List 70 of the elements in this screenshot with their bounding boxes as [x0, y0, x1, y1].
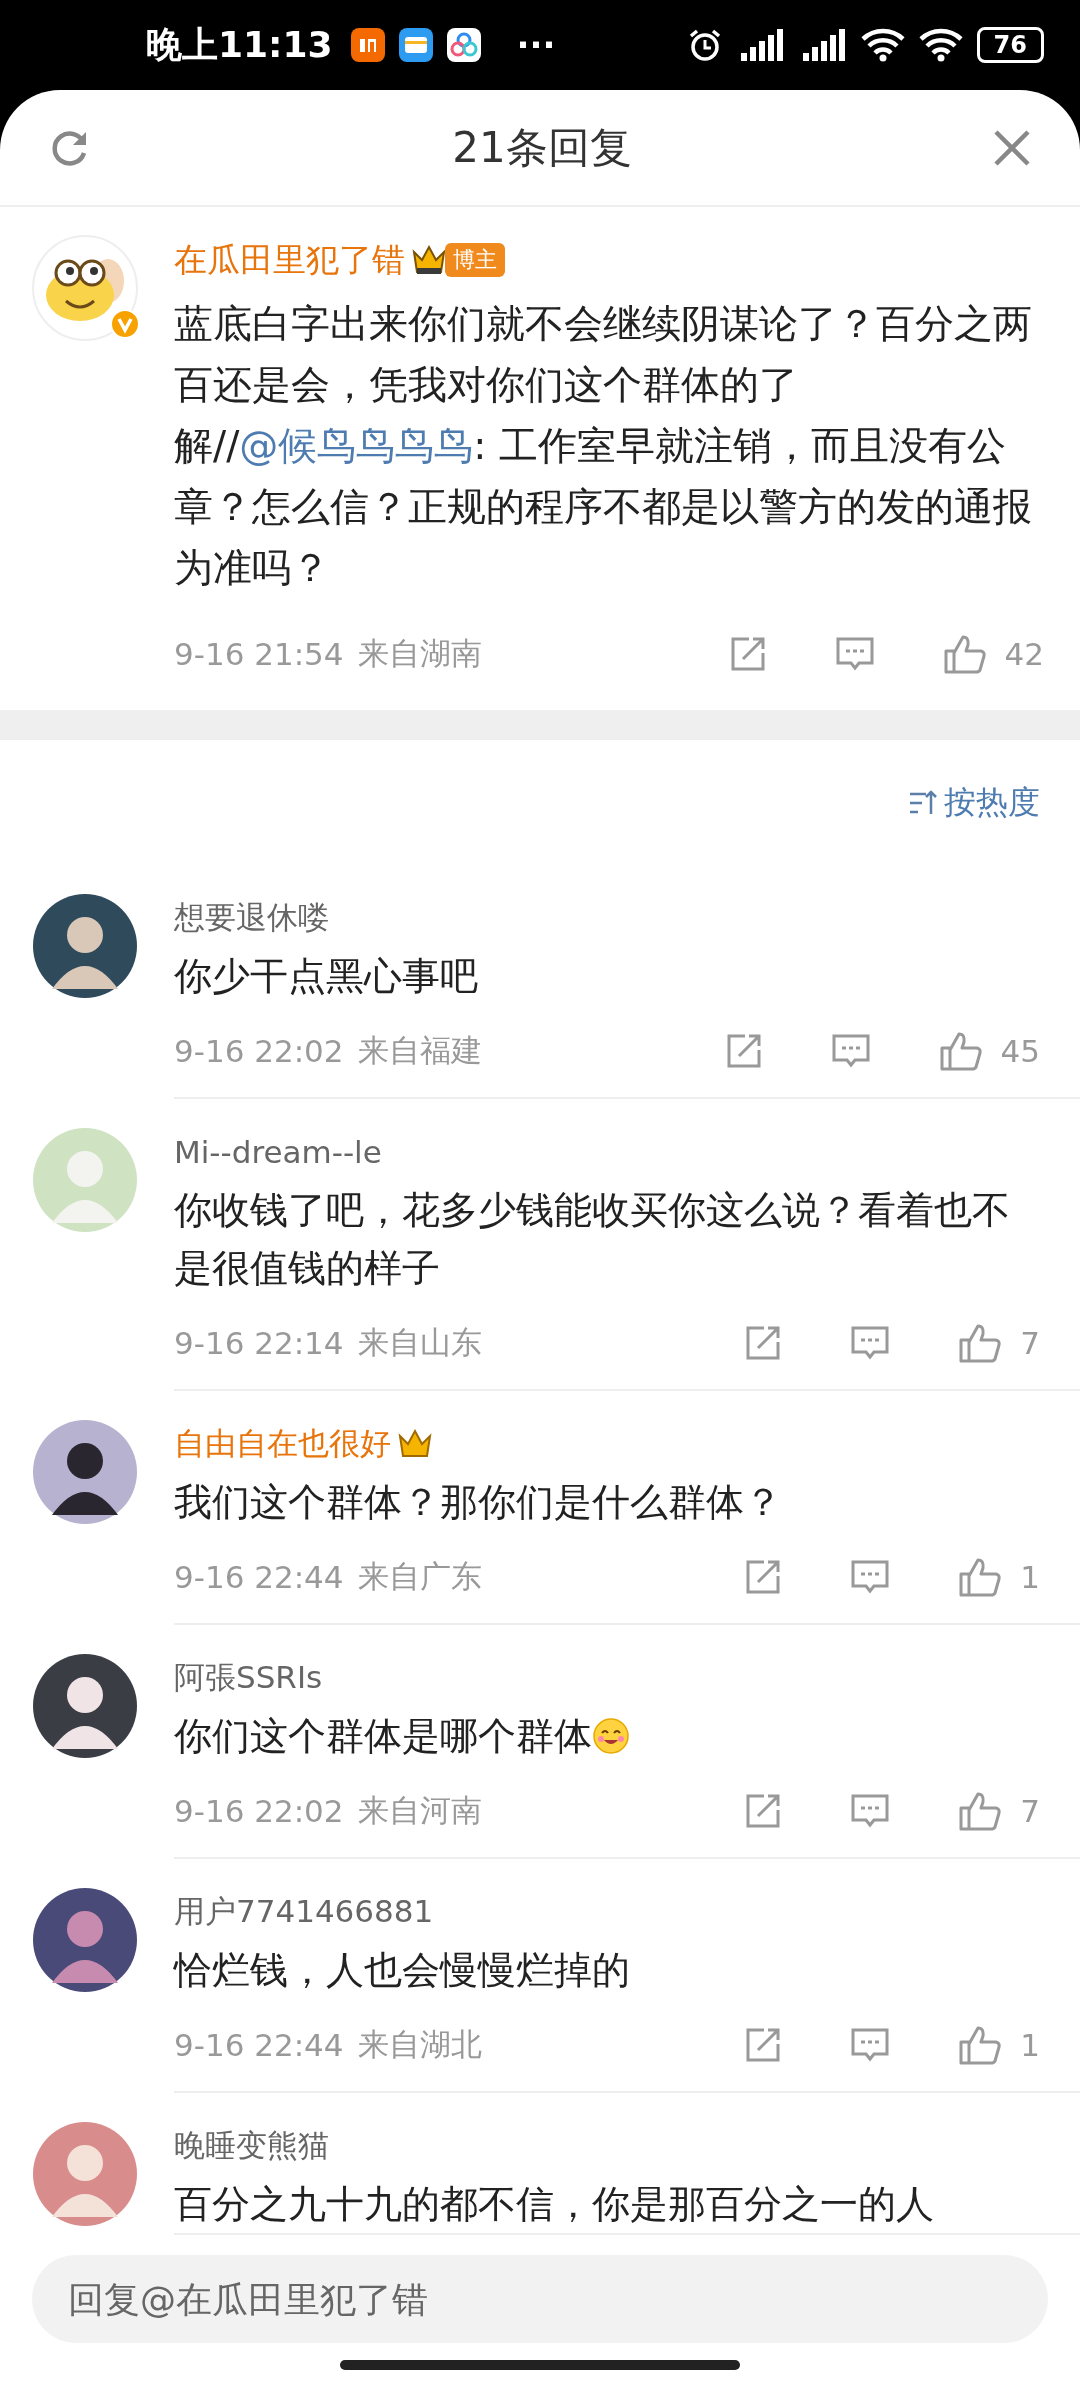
comment-icon[interactable]: [850, 2026, 891, 2064]
comment-text: 我们这个群体？那你们是什么群体？: [174, 1479, 783, 1526]
like-count: 45: [1000, 1033, 1040, 1069]
crown-icon: [411, 244, 447, 276]
author-name[interactable]: 自由自在也很好: [174, 1423, 391, 1465]
avatar[interactable]: [32, 1419, 138, 1525]
blogger-badge: 博主: [445, 243, 505, 277]
like-icon[interactable]: [958, 1556, 1003, 1598]
author-name[interactable]: 阿張SSRIs: [174, 1657, 323, 1699]
comment-icon[interactable]: [850, 1558, 891, 1596]
comment-icon[interactable]: [850, 1792, 891, 1830]
share-icon[interactable]: [744, 1558, 783, 1596]
comment-location: 来自福建: [357, 1031, 482, 1070]
like-icon[interactable]: [942, 633, 987, 675]
comment-text: 恰烂钱，人也会慢慢烂掉的: [174, 1947, 631, 1994]
mention-link[interactable]: @候鸟鸟鸟鸟: [239, 423, 474, 468]
author-name[interactable]: Mi--dream--le: [174, 1134, 382, 1170]
like-icon[interactable]: [938, 1030, 983, 1072]
close-icon[interactable]: [992, 127, 1032, 168]
crown-icon: [397, 1428, 433, 1460]
comment-text: 你少干点黑心事吧: [174, 953, 479, 1000]
comment-time: 9-16 22:02: [174, 1033, 344, 1069]
wallet-icon: [398, 28, 433, 62]
comment-location: 来自广东: [357, 1557, 482, 1596]
sort-button[interactable]: 按热度: [908, 780, 1040, 825]
comment-text: 百分之九十九的都不信，你是那百分之一的人: [174, 2181, 935, 2228]
cloud-app-icon: [446, 28, 481, 62]
like-icon[interactable]: [958, 1790, 1003, 1832]
post-time: 9-16 21:54: [174, 636, 344, 672]
comment-text: 你们这个群体是哪个群体: [174, 1707, 1040, 1765]
share-icon[interactable]: [744, 1324, 783, 1362]
avatar[interactable]: [32, 235, 138, 341]
like-icon[interactable]: [958, 1322, 1003, 1364]
post-location: 来自湖南: [357, 634, 482, 673]
comment-icon[interactable]: [850, 1324, 891, 1362]
comment-time: 9-16 22:44: [174, 1559, 344, 1595]
reply-field[interactable]: 回复@在瓜田里犯了错: [32, 2255, 1048, 2343]
avatar[interactable]: [32, 1887, 138, 1993]
comment-time: 9-16 22:14: [174, 1325, 344, 1361]
more-notifications: ···: [516, 25, 556, 65]
comment-time: 9-16 22:02: [174, 1793, 344, 1829]
comment-time: 9-16 22:44: [174, 2027, 344, 2063]
status-time: 晚上11:13: [146, 22, 333, 67]
author-name[interactable]: 想要退休喽: [174, 897, 329, 939]
post-text: 蓝底白字出来你们就不会继续阴谋论了？百分之两百还是会，凭我对你们这个群体的了解//@候鸟鸟鸟鸟: 工作室早就注销，而且没有公章？怎么信？正规的程序不都是以警方的发的通报为准吗？: [174, 300, 1033, 592]
battery-indicator: 76: [976, 27, 1044, 63]
comment-location: 来自河南: [357, 1791, 482, 1830]
author-name[interactable]: 在瓜田里犯了错: [174, 237, 405, 283]
avatar[interactable]: [32, 893, 138, 999]
wifi-icon: [918, 28, 963, 62]
like-icon[interactable]: [958, 2024, 1003, 2066]
like-count: 7: [1020, 1325, 1040, 1361]
like-count: 1: [1020, 2027, 1040, 2063]
sheet-title: 21条回复: [452, 121, 632, 174]
sort-icon: [908, 788, 938, 817]
app-notification-icon: [350, 28, 385, 62]
comment-location: 来自湖北: [357, 2025, 482, 2064]
comment-text: 你收钱了吧，花多少钱能收买你这么说？看着也不是很值钱的样子: [174, 1187, 1011, 1292]
like-count: 7: [1020, 1793, 1040, 1829]
comment-location: 来自山东: [357, 1323, 482, 1362]
like-count: 42: [1004, 636, 1044, 672]
like-count: 1: [1020, 1559, 1040, 1595]
comment-icon[interactable]: [834, 635, 875, 673]
share-icon[interactable]: [744, 2026, 783, 2064]
share-icon[interactable]: [744, 1792, 783, 1830]
wifi-icon: [860, 28, 905, 62]
author-name[interactable]: 用户7741466881: [174, 1891, 434, 1933]
avatar[interactable]: [32, 1653, 138, 1759]
author-name[interactable]: 晚睡变熊猫: [174, 2125, 329, 2167]
comment-icon[interactable]: [830, 1032, 871, 1070]
